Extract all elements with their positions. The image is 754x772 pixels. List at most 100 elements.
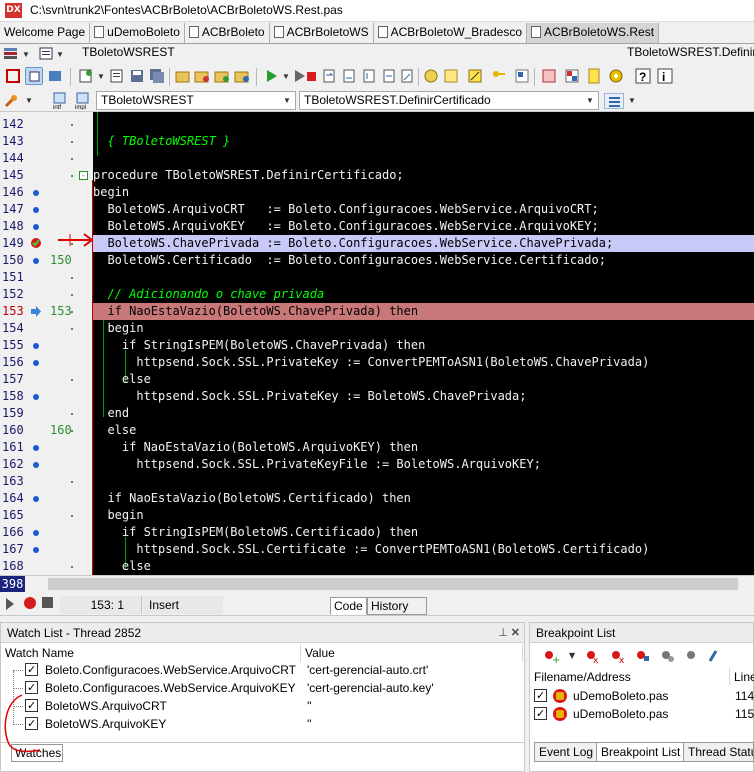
tab-acbrboleto[interactable]: ACBrBoleto [185, 23, 270, 43]
run-icon[interactable] [262, 67, 280, 85]
save-all-icon[interactable] [148, 67, 166, 85]
method-selector[interactable]: TBoletoWSREST.DefinirCertificado [623, 44, 754, 63]
tab-acbrboletows-rest[interactable]: ACBrBoletoWS.Rest [527, 23, 660, 43]
options-gear-icon[interactable] [607, 67, 625, 85]
stack-icon[interactable] [3, 46, 19, 61]
class-combo[interactable]: TBoletoWSREST ▼ [96, 91, 296, 110]
breakpoint-dot-icon[interactable] [33, 360, 39, 366]
chevron-down-icon[interactable]: ▼ [628, 96, 636, 105]
view-options-icon[interactable] [604, 93, 624, 109]
code-line[interactable]: if NaoEstaVazio(BoletoWS.Certificado) th… [93, 490, 410, 507]
code-line[interactable]: httpsend.Sock.SSL.PrivateKey := BoletoWS… [93, 388, 526, 405]
code-line[interactable]: begin [93, 507, 143, 524]
trace-into-icon[interactable] [320, 67, 338, 85]
stop-icon[interactable] [302, 67, 320, 85]
add-to-project-icon[interactable] [213, 67, 231, 85]
trace-to-next-icon[interactable] [360, 67, 378, 85]
play-macro-icon[interactable] [6, 598, 14, 610]
toggle-form-unit-icon[interactable] [25, 67, 43, 85]
code-line[interactable]: else [93, 422, 136, 439]
watch-row[interactable]: Boleto.Configuracoes.WebService.ArquivoK… [1, 679, 523, 697]
code-line[interactable]: begin [93, 320, 143, 337]
record-macro-icon[interactable] [24, 597, 36, 609]
breakpoint-dot-icon[interactable] [33, 462, 39, 468]
code-line[interactable]: else [93, 371, 151, 388]
key-icon[interactable] [490, 67, 508, 85]
wrench-icon[interactable] [4, 94, 18, 108]
stop-macro-icon[interactable] [42, 597, 53, 608]
code-line[interactable]: httpsend.Sock.SSL.PrivateKeyFile := Bole… [93, 456, 541, 473]
code-line[interactable]: httpsend.Sock.SSL.PrivateKey := ConvertP… [93, 354, 649, 371]
close-icon[interactable]: ✕ [511, 626, 520, 639]
column-value[interactable]: Value [301, 644, 523, 662]
breakpoint-dot-icon[interactable] [33, 224, 39, 230]
breakpoint-dot-icon[interactable] [33, 530, 39, 536]
impl-icon[interactable]: impl [75, 92, 91, 111]
code-line[interactable]: procedure TBoletoWSREST.DefinirCertifica… [93, 167, 404, 184]
breakpoint-enabled-checkbox[interactable] [534, 687, 547, 705]
info-icon[interactable]: i [656, 67, 674, 85]
component-icon[interactable] [46, 67, 64, 85]
highlight-icon[interactable] [466, 67, 484, 85]
column-line[interactable]: Line [730, 668, 754, 686]
code-line[interactable]: BoletoWS.Certificado := Boleto.Configura… [93, 252, 606, 269]
breakpoint-dot-icon[interactable] [33, 496, 39, 502]
new-item-icon[interactable] [77, 67, 95, 85]
breakpoint-dot-icon[interactable] [33, 547, 39, 553]
step-over-icon[interactable] [340, 67, 358, 85]
code-line[interactable]: else [93, 558, 151, 575]
code-line[interactable]: BoletoWS.ArquivoKEY := Boleto.Configurac… [93, 218, 598, 235]
help-icon[interactable]: ? [634, 67, 652, 85]
chevron-down-icon[interactable]: ▼ [97, 72, 105, 81]
tab-thread-status[interactable]: Thread Status [683, 742, 754, 762]
column-watch-name[interactable]: Watch Name [1, 644, 301, 662]
remove-from-project-icon[interactable] [233, 67, 251, 85]
intf-icon[interactable]: intf [52, 92, 68, 111]
run-until-return-icon[interactable] [398, 67, 416, 85]
close-project-icon[interactable] [193, 67, 211, 85]
breakpoint-dot-icon[interactable] [33, 207, 39, 213]
breakpoint-dot-icon[interactable] [33, 343, 39, 349]
watch-row[interactable]: BoletoWS.ArquivoCRT '' [1, 697, 523, 715]
column-filename[interactable]: Filename/Address [530, 668, 730, 686]
breakpoint-row[interactable]: uDemoBoleto.pas 114 [530, 687, 754, 705]
tab-code[interactable]: Code [330, 597, 367, 615]
breakpoint-enabled-checkbox[interactable] [534, 705, 547, 723]
chevron-down-icon[interactable]: ▼ [22, 50, 30, 59]
help-book-icon[interactable] [540, 67, 558, 85]
code-line[interactable]: BoletoWS.ArquivoCRT := Boleto.Configurac… [93, 201, 598, 218]
watch-enabled-checkbox[interactable] [25, 661, 38, 679]
open-file-icon[interactable] [108, 67, 126, 85]
class-selector[interactable]: TBoletoWSREST [78, 44, 623, 63]
tab-breakpoint-list[interactable]: Breakpoint List [596, 742, 686, 762]
fold-toggle-icon[interactable]: - [79, 171, 88, 180]
unit-list-icon[interactable] [38, 46, 54, 61]
breakpoint-check-icon[interactable] [30, 237, 42, 252]
palette-icon[interactable] [563, 67, 581, 85]
code-line[interactable]: if StringIsPEM(BoletoWS.Certificado) the… [93, 524, 418, 541]
code-line[interactable]: // Adicionando o chave privada [93, 286, 324, 303]
code-line[interactable]: BoletoWS.ChavePrivada := Boleto.Configur… [93, 235, 613, 252]
code-line[interactable]: end [93, 405, 129, 422]
pin-icon[interactable]: ⊥ [498, 628, 508, 639]
code-line[interactable]: { TBoletoWSREST } [93, 133, 230, 150]
tab-welcome-page[interactable]: Welcome Page [0, 23, 91, 43]
code-line[interactable]: if NaoEstaVazio(BoletoWS.ArquivoKEY) the… [93, 439, 418, 456]
watch-row[interactable]: Boleto.Configuracoes.WebService.ArquivoC… [1, 661, 523, 679]
breakpoint-dot-icon[interactable] [33, 394, 39, 400]
chevron-down-icon[interactable]: ▼ [282, 72, 290, 81]
code-editor[interactable]: 142 143 { TBoletoWSREST } 144 145 - procedure… [0, 112, 754, 575]
align-icon[interactable] [4, 67, 22, 85]
save-icon[interactable] [128, 67, 146, 85]
edit-notes-icon[interactable] [442, 67, 460, 85]
tab-event-log[interactable]: Event Log [534, 742, 599, 762]
code-line[interactable]: if StringIsPEM(BoletoWS.ChavePrivada) th… [93, 337, 425, 354]
tab-history[interactable]: History [367, 597, 427, 615]
breakpoint-row[interactable]: uDemoBoleto.pas 115 [530, 705, 754, 723]
breakpoint-dot-icon[interactable] [33, 258, 39, 264]
code-line[interactable]: httpsend.Sock.SSL.Certificate := Convert… [93, 541, 649, 558]
template-icon[interactable] [513, 67, 531, 85]
tab-udemoboleto[interactable]: uDemoBoleto [90, 23, 185, 43]
watch-row[interactable]: BoletoWS.ArquivoKEY '' [1, 715, 523, 733]
tab-acbrboletow-bradesco[interactable]: ACBrBoletoW_Bradesco [374, 23, 527, 43]
